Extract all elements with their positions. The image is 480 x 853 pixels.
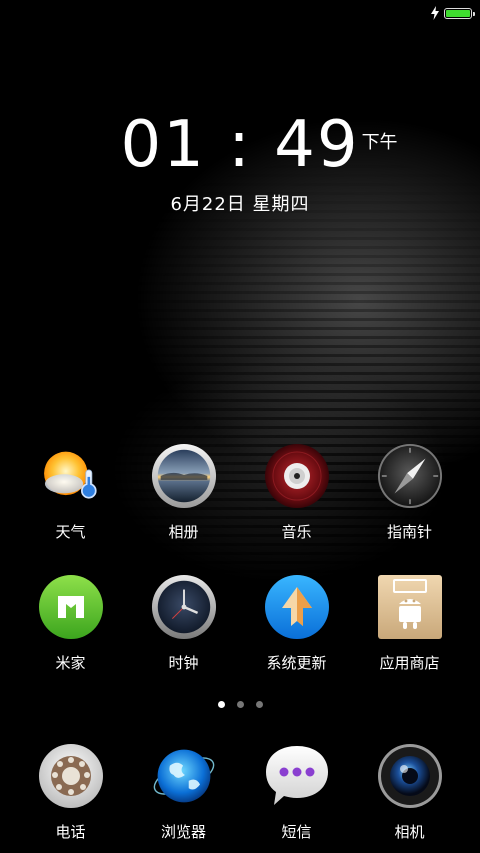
app-compass[interactable]: 指南针 bbox=[360, 443, 460, 542]
app-camera[interactable]: 相机 bbox=[360, 743, 460, 842]
charging-icon bbox=[431, 6, 439, 20]
phone-icon bbox=[38, 743, 104, 809]
app-label: 天气 bbox=[55, 523, 86, 541]
battery-icon bbox=[444, 7, 475, 19]
clock-date: 6月22日 星期四 bbox=[170, 194, 310, 215]
lock-clock: 01 : 49 下午 6月22日 星期四 bbox=[0, 110, 480, 216]
clock-ampm: 下午 bbox=[361, 132, 398, 153]
page-indicator[interactable] bbox=[0, 701, 480, 708]
app-label: 应用商店 bbox=[379, 654, 440, 672]
app-clock[interactable]: 时钟 bbox=[134, 574, 234, 673]
app-label: 系统更新 bbox=[266, 654, 327, 672]
app-store-icon bbox=[377, 574, 443, 640]
clock-time: 01 : 49 bbox=[120, 108, 360, 182]
app-mijia[interactable]: 米家 bbox=[21, 574, 121, 673]
app-label: 电话 bbox=[55, 823, 86, 841]
camera-icon bbox=[377, 743, 443, 809]
app-label: 相册 bbox=[168, 523, 199, 541]
app-weather[interactable]: 天气 bbox=[21, 443, 121, 542]
page-dot-1[interactable] bbox=[217, 701, 225, 708]
mijia-icon bbox=[38, 574, 104, 640]
app-label: 短信 bbox=[281, 823, 312, 841]
messages-icon bbox=[264, 743, 330, 809]
page-dot-3[interactable] bbox=[255, 701, 263, 708]
app-browser[interactable]: 浏览器 bbox=[134, 743, 234, 842]
app-label: 音乐 bbox=[281, 523, 312, 541]
app-row-1: 天气 相册 音乐 指南针 bbox=[0, 443, 480, 542]
dock: 电话 浏览器 短信 相机 bbox=[0, 743, 480, 842]
app-label: 时钟 bbox=[168, 654, 199, 672]
app-label: 浏览器 bbox=[160, 823, 206, 841]
app-store[interactable]: 应用商店 bbox=[360, 574, 460, 673]
system-update-icon bbox=[264, 574, 330, 640]
app-music[interactable]: 音乐 bbox=[247, 443, 347, 542]
app-phone[interactable]: 电话 bbox=[21, 743, 121, 842]
weather-icon bbox=[38, 443, 104, 509]
gallery-icon bbox=[151, 443, 217, 509]
app-gallery[interactable]: 相册 bbox=[134, 443, 234, 542]
music-icon bbox=[264, 443, 330, 509]
browser-icon bbox=[151, 743, 217, 809]
compass-icon bbox=[377, 443, 443, 509]
app-label: 米家 bbox=[55, 654, 86, 672]
app-system-update[interactable]: 系统更新 bbox=[247, 574, 347, 673]
app-messages[interactable]: 短信 bbox=[247, 743, 347, 842]
page-dot-2[interactable] bbox=[236, 701, 244, 708]
app-label: 指南针 bbox=[386, 523, 432, 541]
app-label: 相机 bbox=[394, 823, 425, 841]
app-row-2: 米家 时钟 系统更新 应用商店 bbox=[0, 574, 480, 673]
status-bar bbox=[430, 6, 475, 20]
clock-icon bbox=[151, 574, 217, 640]
